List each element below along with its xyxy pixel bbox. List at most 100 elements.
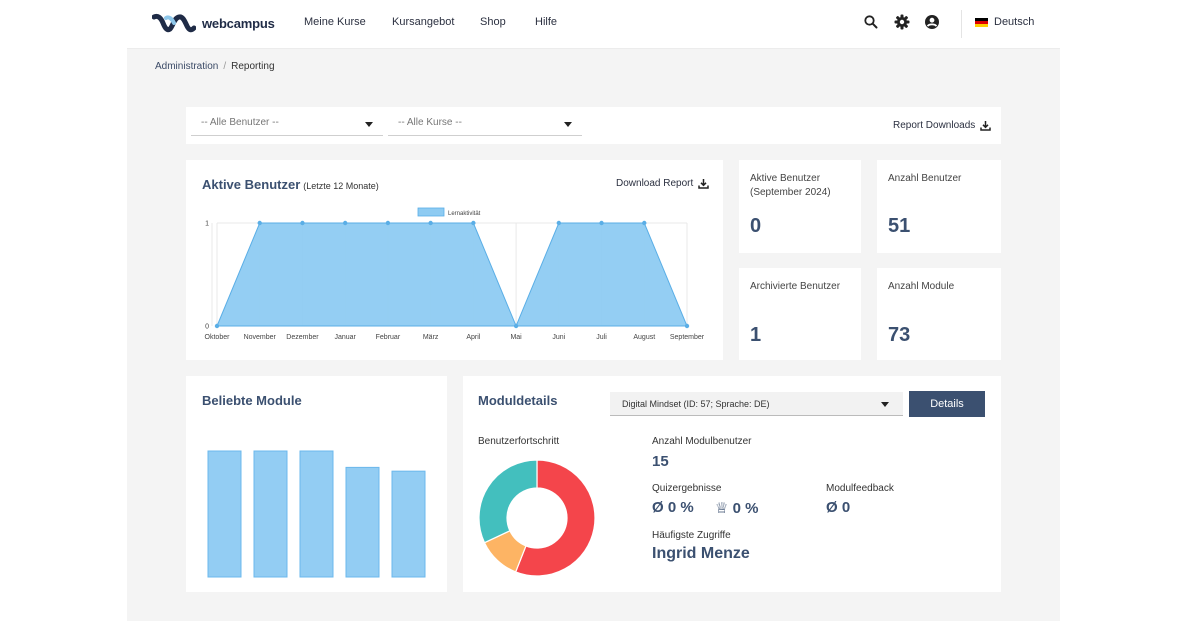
x-tick-label: Juni xyxy=(552,334,565,341)
top-navigation-bar: webcampus Meine Kurse Kursangebot Shop H… xyxy=(0,0,1187,48)
x-tick-label: Januar xyxy=(334,334,356,341)
data-point xyxy=(556,220,562,226)
report-downloads-link[interactable]: Report Downloads xyxy=(893,120,992,131)
bar-module-1 xyxy=(207,450,242,578)
stat-total-users-label: Anzahl Benutzer xyxy=(888,173,962,184)
data-point xyxy=(214,323,220,329)
legend-swatch xyxy=(417,207,445,217)
module-details-title: Moduldetails xyxy=(478,393,558,408)
stat-total-modules: Anzahl Module 73 xyxy=(877,268,1001,360)
data-point xyxy=(257,220,262,226)
active-users-title: Aktive Benutzer (Letzte 12 Monate) xyxy=(202,177,379,192)
legend-label: Lernaktivität xyxy=(448,211,481,217)
x-tick-label: Dezember xyxy=(286,334,319,341)
course-filter-select[interactable]: -- Alle Kurse -- xyxy=(388,117,582,136)
data-point xyxy=(428,220,433,226)
breadcrumb-reporting: Reporting xyxy=(231,61,275,72)
data-point xyxy=(684,323,690,329)
bar-module-3 xyxy=(299,450,334,578)
x-tick-label: März xyxy=(423,334,439,341)
module-feedback-label: Modulfeedback xyxy=(826,483,894,494)
download-icon xyxy=(698,179,710,189)
breadcrumb-separator: / xyxy=(223,61,227,72)
download-icon xyxy=(980,121,992,131)
module-users-label: Anzahl Modulbenutzer xyxy=(652,436,752,447)
chevron-down-icon xyxy=(564,122,572,127)
module-select[interactable]: Digital Mindset (ID: 57; Sprache: DE) xyxy=(610,392,903,416)
user-progress-label: Benutzerfortschritt xyxy=(478,436,560,447)
data-point xyxy=(300,220,305,226)
chevron-down-icon xyxy=(365,122,373,127)
language-selector[interactable]: Deutsch xyxy=(975,16,1034,28)
search-icon[interactable] xyxy=(862,13,880,31)
stat-archived-users-label: Archivierte Benutzer xyxy=(750,281,841,292)
stat-active-users-label: Aktive Benutzer (September 2024) xyxy=(750,173,831,198)
stat-total-modules-value: 73 xyxy=(888,324,911,346)
data-point xyxy=(513,323,519,329)
nav-kursangebot[interactable]: Kursangebot xyxy=(392,16,454,28)
donut-slice-3 xyxy=(478,459,538,544)
x-tick-label: Juli xyxy=(596,334,607,341)
data-point xyxy=(385,220,391,226)
download-report-label: Download Report xyxy=(616,178,694,189)
x-tick-label: Oktober xyxy=(205,334,231,341)
stat-active-users-value: 0 xyxy=(750,215,762,237)
breadcrumb-administration[interactable]: Administration xyxy=(155,61,218,72)
stat-total-modules-label: Anzahl Module xyxy=(888,281,955,292)
language-label: Deutsch xyxy=(994,16,1035,28)
stat-total-users: Anzahl Benutzer 51 xyxy=(877,160,1001,253)
stat-total-users-value: 51 xyxy=(888,215,911,237)
data-point xyxy=(642,220,647,226)
popular-modules-card: Beliebte Module xyxy=(186,376,447,592)
y-tick-label: 1 xyxy=(205,221,209,228)
gear-icon[interactable] xyxy=(893,13,911,31)
active-users-title-text: Aktive Benutzer xyxy=(202,177,301,192)
account-icon[interactable] xyxy=(923,13,941,31)
x-tick-label: November xyxy=(244,334,277,341)
header-divider xyxy=(961,10,962,38)
details-button[interactable]: Details xyxy=(909,391,985,417)
chevron-down-icon xyxy=(881,402,889,407)
x-tick-label: September xyxy=(670,334,705,341)
bar-module-2 xyxy=(253,450,288,578)
quiz-average-value: Ø 0 % xyxy=(652,499,694,516)
quiz-results-label: Quizergebnisse xyxy=(652,483,722,494)
stat-archived-users: Archivierte Benutzer 1 xyxy=(739,268,861,360)
data-point xyxy=(342,220,348,226)
frequent-access-label: Häufigste Zugriffe xyxy=(652,530,731,541)
nav-hilfe[interactable]: Hilfe xyxy=(535,16,557,28)
series-area-lernaktivitaet xyxy=(216,222,688,328)
flag-de-icon xyxy=(975,17,988,27)
active-users-area-chart: 0 1 Oktober November Dezember Januar Februar Mä… xyxy=(205,207,705,341)
filter-bar: -- Alle Benutzer -- -- Alle Kurse -- Rep… xyxy=(186,107,1001,144)
x-tick-label: Mai xyxy=(510,334,522,341)
active-users-card: Aktive Benutzer (Letzte 12 Monate) Downlo… xyxy=(186,160,723,360)
user-progress-donut-chart xyxy=(478,459,596,577)
bar-module-4 xyxy=(345,466,380,578)
frequent-access-value: Ingrid Menze xyxy=(652,545,750,562)
x-tick-label: April xyxy=(466,334,480,341)
module-select-value: Digital Mindset (ID: 57; Sprache: DE) xyxy=(622,399,770,409)
module-feedback-value: Ø 0 xyxy=(826,499,851,516)
breadcrumb: Administration / Reporting xyxy=(155,61,275,72)
course-filter-placeholder: -- Alle Kurse -- xyxy=(398,117,462,128)
module-users-value: 15 xyxy=(652,453,669,470)
x-tick-label: Februar xyxy=(376,334,401,341)
brand-name[interactable]: webcampus xyxy=(202,16,275,31)
stat-active-users: Aktive Benutzer (September 2024) 0 xyxy=(739,160,861,253)
popular-modules-bar-chart xyxy=(207,450,426,578)
user-filter-placeholder: -- Alle Benutzer -- xyxy=(201,117,279,128)
download-report-link[interactable]: Download Report xyxy=(616,178,710,189)
active-users-subtitle: (Letzte 12 Monate) xyxy=(303,181,379,191)
user-filter-select[interactable]: -- Alle Benutzer -- xyxy=(191,117,383,136)
quiz-best-value: ♕ 0 % xyxy=(715,500,759,517)
data-point xyxy=(471,220,476,226)
stat-archived-users-value: 1 xyxy=(750,324,762,346)
report-downloads-label: Report Downloads xyxy=(893,120,976,131)
nav-meine-kurse[interactable]: Meine Kurse xyxy=(304,16,366,28)
data-point xyxy=(599,220,604,226)
bar-module-5 xyxy=(391,470,426,578)
nav-shop[interactable]: Shop xyxy=(480,16,506,28)
webcampus-logo[interactable] xyxy=(152,12,196,36)
y-tick-label: 0 xyxy=(205,324,209,331)
